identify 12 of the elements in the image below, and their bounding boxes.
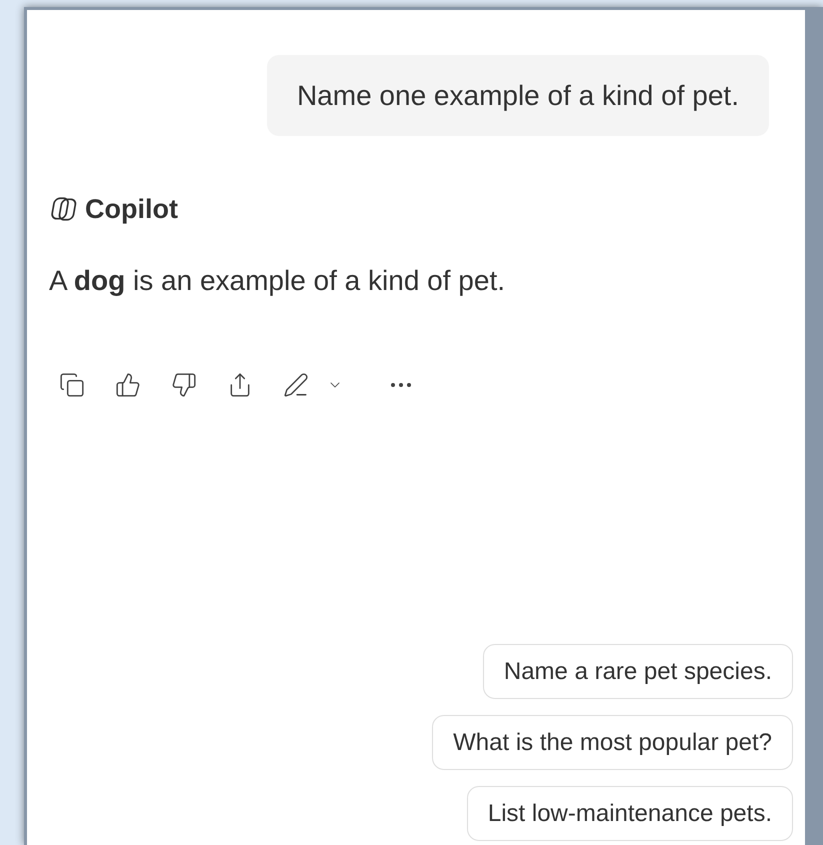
assistant-response: A dog is an example of a kind of pet. xyxy=(49,264,506,298)
more-icon xyxy=(391,383,411,387)
copilot-logo-icon xyxy=(49,195,77,223)
assistant-name: Copilot xyxy=(85,192,178,226)
suggestion-chip[interactable]: What is the most popular pet? xyxy=(432,715,793,770)
user-message: Name one example of a kind of pet. xyxy=(266,55,769,136)
suggestion-chip[interactable]: Name a rare pet species. xyxy=(482,644,793,699)
pencil-icon xyxy=(283,372,309,398)
copy-icon xyxy=(59,372,85,398)
thumbs-up-icon xyxy=(115,372,141,398)
suggestion-chip[interactable]: List low-maintenance pets. xyxy=(466,786,793,841)
thumbs-down-icon xyxy=(171,372,197,398)
